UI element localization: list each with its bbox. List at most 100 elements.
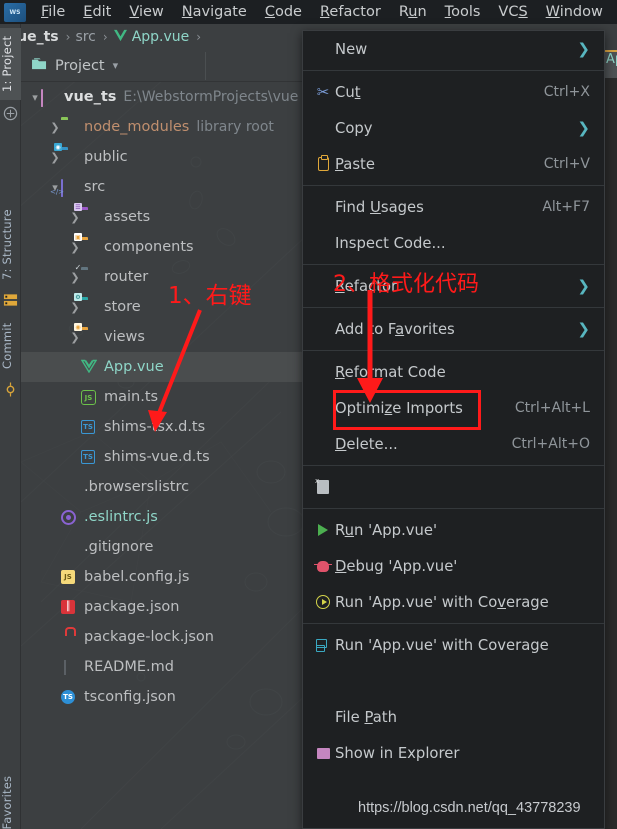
chevron-down-icon[interactable]: ▾	[29, 91, 41, 104]
menu-item-show-in-explorer[interactable]	[303, 663, 604, 699]
menu-item-run-with-coverage[interactable]: Run 'App.vue' with Coverage	[303, 584, 604, 620]
chevron-right-icon: ›	[196, 30, 202, 44]
menu-item-debug-app-vue[interactable]: Debug 'App.vue'	[303, 548, 604, 584]
menu-item-refactor[interactable]: Refactor ❯	[303, 268, 604, 304]
sidebar-item-structure[interactable]: 7: Structure	[0, 202, 21, 288]
tree-row-shims-tsx[interactable]: TS shims-tsx.d.ts	[21, 412, 309, 442]
menu-item-delete[interactable]: Delete... Ctrl+Alt+O	[303, 426, 604, 462]
tree-label: public	[84, 149, 128, 165]
tree-row-vue-ts[interactable]: ▾ vue_ts E:\WebstormProjects\vue	[21, 82, 309, 112]
menu-item-label: Paste	[335, 155, 375, 173]
menu-help[interactable]: He	[612, 0, 617, 24]
menu-file[interactable]: File	[32, 0, 74, 24]
chevron-right-icon[interactable]: ❯	[69, 241, 81, 254]
editor-tab-app-vue[interactable]: Ap	[605, 50, 617, 78]
tree-row-readme[interactable]: README.md	[21, 652, 309, 682]
menu-item-label: Run 'App.vue' with Coverage	[335, 636, 549, 654]
menu-code[interactable]: Code	[256, 0, 311, 24]
tree-row-assets[interactable]: ❯ ☰ assets	[21, 202, 309, 232]
menu-item-copy[interactable]: Copy ❯	[303, 110, 604, 146]
tree-row-main-ts[interactable]: JS main.ts	[21, 382, 309, 412]
menu-edit[interactable]: Edit	[74, 0, 120, 24]
tree-row-gitignore[interactable]: .gitignore	[21, 532, 309, 562]
menu-window[interactable]: Window	[537, 0, 612, 24]
menu-item-create-app-vue[interactable]: Run 'App.vue' with Coverage	[303, 627, 604, 663]
folder-orange-icon: ◉	[74, 323, 82, 331]
vue-file-icon	[80, 359, 98, 375]
folder-pink-icon	[41, 89, 58, 107]
structure-badge-icon	[3, 106, 18, 121]
folder-teal-icon: ⚙	[74, 293, 82, 301]
menu-item-new[interactable]: New ❯	[303, 31, 604, 67]
js-hex-icon: JS	[81, 389, 98, 405]
menu-item-inspect-code[interactable]: Inspect Code...	[303, 225, 604, 261]
menu-item-optimize-imports[interactable]: Optimize Imports Ctrl+Alt+L	[303, 390, 604, 426]
menu-item-add-to-favorites[interactable]: Add to Favorites ❯	[303, 311, 604, 347]
tree-label: App.vue	[104, 359, 164, 375]
tree-row-src[interactable]: ▾ </> src	[21, 172, 309, 202]
chevron-right-icon[interactable]: ❯	[69, 211, 81, 224]
tree-label: router	[104, 269, 149, 285]
chevron-right-icon[interactable]: ❯	[69, 271, 81, 284]
tree-row-app-vue[interactable]: App.vue	[21, 352, 309, 382]
menu-item-reformat-code[interactable]: Reformat Code	[303, 354, 604, 390]
tree-row-router[interactable]: ❯ ✓ router	[21, 262, 309, 292]
menu-item-mark-as-plain-text[interactable]	[303, 469, 604, 505]
tree-row-public[interactable]: ❯ ◉ public	[21, 142, 309, 172]
tree-row-views[interactable]: ❯ ◉ views	[21, 322, 309, 352]
tree-label: src	[84, 179, 106, 195]
ts-file-icon: TS	[81, 419, 98, 435]
sidebar-item-commit[interactable]: Commit	[0, 314, 21, 378]
tree-row-shims-vue[interactable]: TS shims-vue.d.ts	[21, 442, 309, 472]
chevron-right-icon[interactable]: ❯	[49, 151, 61, 164]
chevron-right-icon[interactable]: ❯	[69, 301, 81, 314]
menu-refactor[interactable]: Refactor	[311, 0, 390, 24]
menu-item-shortcut: Alt+F7	[542, 199, 590, 215]
sidebar-item-project[interactable]: 1: Project	[0, 28, 21, 100]
breadcrumb-item-file[interactable]: App.vue	[132, 29, 190, 45]
tree-row-node-modules[interactable]: ❯ node_modules library root	[21, 112, 309, 142]
chevron-right-icon[interactable]: ❯	[49, 121, 61, 134]
folder-purple-icon: ☰	[74, 203, 82, 211]
readme-icon	[61, 659, 78, 675]
project-tree: ▾ vue_ts E:\WebstormProjects\vue ❯ node_…	[21, 82, 309, 829]
tree-row-tsconfig[interactable]: TS tsconfig.json	[21, 682, 309, 712]
ts-file-icon: TS	[81, 449, 98, 465]
chevron-right-icon[interactable]: ❯	[69, 331, 81, 344]
menu-item-shortcut: Ctrl+Alt+L	[514, 400, 590, 416]
tree-label: babel.config.js	[84, 569, 190, 585]
tree-row-browserslistrc[interactable]: .browserslistrc	[21, 472, 309, 502]
scissors-icon: ✂	[316, 83, 330, 101]
tree-row-package-json[interactable]: ║ package.json	[21, 592, 309, 622]
tree-row-package-lock[interactable]: package-lock.json	[21, 622, 309, 652]
tree-row-store[interactable]: ❯ ⚙ store	[21, 292, 309, 322]
menu-item-cut[interactable]: ✂ Cut Ctrl+X	[303, 74, 604, 110]
menu-tools[interactable]: Tools	[436, 0, 490, 24]
menu-run[interactable]: Run	[390, 0, 436, 24]
js-file-icon: JS	[61, 569, 78, 585]
menu-item-paste[interactable]: Paste Ctrl+V	[303, 146, 604, 182]
menu-navigate[interactable]: Navigate	[173, 0, 256, 24]
menu-item-run-app-vue[interactable]: Run 'App.vue'	[303, 512, 604, 548]
tree-row-components[interactable]: ❯ ▣ components	[21, 232, 309, 262]
chevron-down-icon[interactable]: ▾	[113, 59, 119, 72]
breadcrumb-item-src[interactable]: src	[75, 29, 95, 45]
clipboard-icon	[311, 155, 335, 171]
folder-icon	[31, 56, 48, 75]
menu-separator	[303, 185, 604, 186]
webstorm-icon	[4, 2, 26, 22]
menu-item-open-in-terminal[interactable]: Show in Explorer	[303, 735, 604, 771]
editor-area	[605, 50, 617, 829]
debug-icon	[311, 560, 335, 572]
chevron-right-icon: ❯	[577, 40, 590, 58]
sidebar-item-favorites[interactable]: 2: Favorites	[0, 769, 21, 829]
tree-row-babel-config[interactable]: JS babel.config.js	[21, 562, 309, 592]
menu-vcs[interactable]: VCS	[489, 0, 536, 24]
menu-view[interactable]: View	[120, 0, 172, 24]
lock-icon	[61, 629, 78, 645]
menu-item-label: File Path	[335, 708, 397, 726]
menu-item-file-path[interactable]: File Path	[303, 699, 604, 735]
tree-row-eslintrc[interactable]: .eslintrc.js	[21, 502, 309, 532]
menu-item-find-usages[interactable]: Find Usages Alt+F7	[303, 189, 604, 225]
menu-item-label: New	[335, 40, 368, 58]
